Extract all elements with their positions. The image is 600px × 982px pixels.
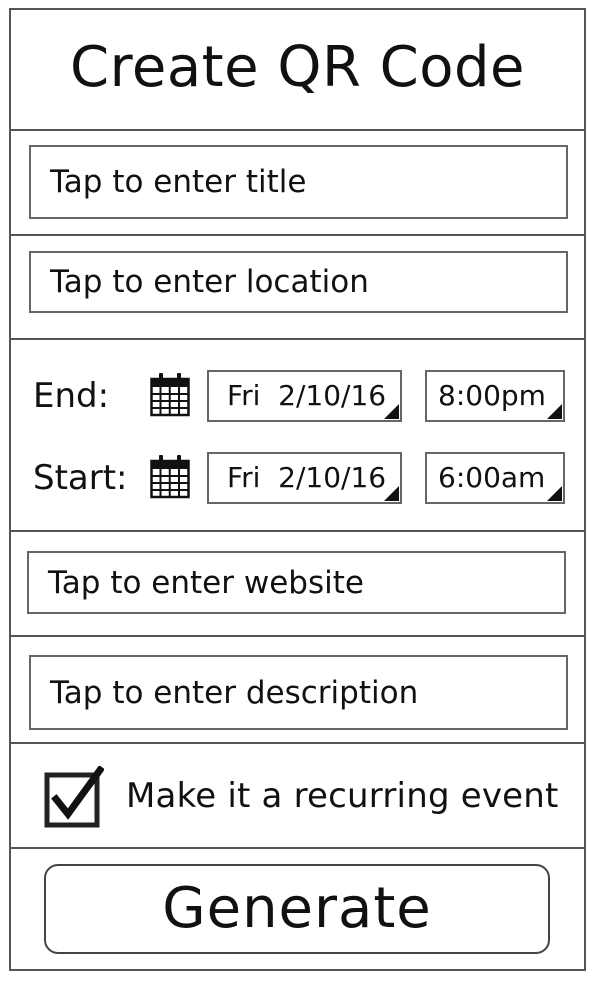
page-title: Create QR Code: [69, 35, 526, 100]
description-section: Tap to enter description: [11, 637, 584, 744]
dropdown-arrow-icon: [547, 404, 562, 419]
calendar-icon[interactable]: [150, 372, 190, 418]
location-input[interactable]: Tap to enter location: [29, 251, 568, 313]
generate-button[interactable]: Generate: [44, 864, 550, 954]
title-section: Tap to enter title: [11, 131, 584, 236]
start-time-dropdown[interactable]: 6:00am: [425, 452, 565, 504]
website-input[interactable]: Tap to enter website: [27, 551, 566, 614]
start-date-value: Fri 2/10/16: [227, 461, 387, 494]
location-section: Tap to enter location: [11, 236, 584, 340]
end-time-value: 8:00pm: [438, 379, 546, 412]
website-section: Tap to enter website: [11, 532, 584, 637]
end-date-value: Fri 2/10/16: [227, 379, 387, 412]
dropdown-arrow-icon: [384, 404, 399, 419]
start-time-value: 6:00am: [438, 461, 546, 494]
start-row: Start: Fri 2/10/16 6:00am: [11, 452, 584, 504]
date-time-section: End: Fri 2/10/16 8:00pm Start: Fri 2/10/…: [11, 340, 584, 532]
qr-form-frame: Create QR Code Tap to enter title Tap to…: [9, 8, 586, 971]
dropdown-arrow-icon: [547, 486, 562, 501]
start-date-dropdown[interactable]: Fri 2/10/16: [207, 452, 402, 504]
end-time-dropdown[interactable]: 8:00pm: [425, 370, 565, 422]
end-row: End: Fri 2/10/16 8:00pm: [11, 370, 584, 422]
description-input[interactable]: Tap to enter description: [29, 655, 568, 730]
checkbox-checked-icon[interactable]: [44, 766, 104, 828]
recurring-section: Make it a recurring event: [11, 744, 584, 849]
header-section: Create QR Code: [11, 10, 584, 131]
calendar-icon[interactable]: [150, 454, 190, 500]
start-label: Start:: [33, 458, 128, 498]
title-input[interactable]: Tap to enter title: [29, 145, 568, 219]
recurring-label: Make it a recurring event: [126, 776, 559, 816]
dropdown-arrow-icon: [384, 486, 399, 501]
end-date-dropdown[interactable]: Fri 2/10/16: [207, 370, 402, 422]
generate-section: Generate: [11, 849, 584, 971]
end-label: End:: [33, 376, 110, 416]
